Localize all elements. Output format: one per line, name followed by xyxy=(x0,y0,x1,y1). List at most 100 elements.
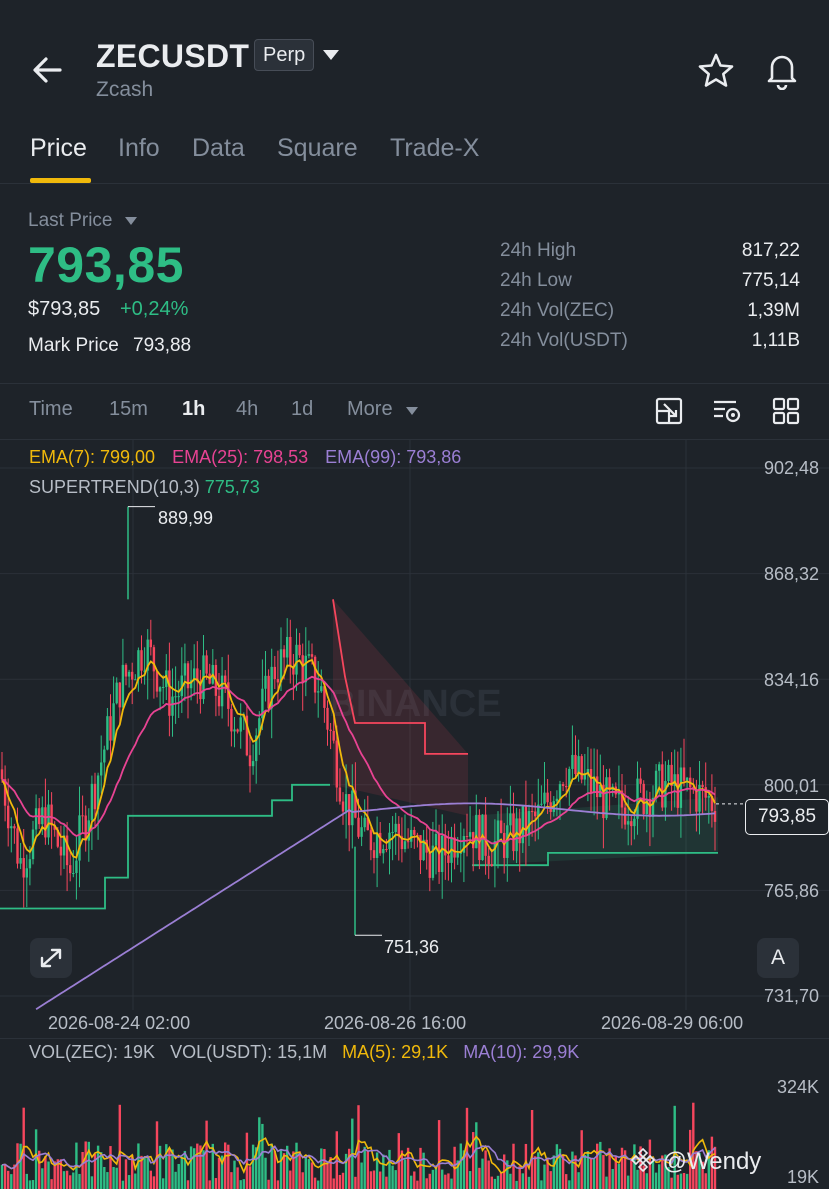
candle-body xyxy=(224,675,227,683)
volume-bar xyxy=(602,1155,605,1189)
chart-settings-icon[interactable] xyxy=(654,396,684,426)
perp-badge: Perp xyxy=(254,39,315,71)
candle-body xyxy=(177,696,180,698)
candle-body xyxy=(543,792,546,804)
candle-body xyxy=(168,670,171,716)
candle-body xyxy=(47,804,50,838)
volume-bar xyxy=(304,1157,307,1189)
volume-bar xyxy=(670,1177,673,1189)
candle-body xyxy=(220,675,224,707)
volume-bar xyxy=(186,1180,190,1189)
volume-bar xyxy=(530,1110,534,1189)
stat-24h-vol-zec-label: 24h Vol(ZEC) xyxy=(500,300,615,321)
auto-scale-button[interactable]: A xyxy=(757,938,799,978)
volume-bar xyxy=(419,1147,422,1189)
volume-bar xyxy=(193,1148,196,1189)
candle-body xyxy=(171,696,174,716)
layout-grid-icon[interactable] xyxy=(771,396,801,426)
supertrend-label: SUPERTREND(10,3) xyxy=(29,477,200,497)
candle-body xyxy=(248,755,252,767)
volume-bar xyxy=(444,1174,447,1189)
indicator-settings-icon[interactable] xyxy=(712,396,742,426)
bell-alert-icon[interactable] xyxy=(763,50,801,90)
candle-body xyxy=(298,644,301,656)
volume-bar xyxy=(354,1176,357,1189)
candle-body xyxy=(509,813,512,826)
volume-bar xyxy=(134,1173,137,1189)
volume-bar xyxy=(217,1157,221,1189)
candle-body xyxy=(484,814,487,856)
chevron-down-icon[interactable] xyxy=(124,216,138,226)
candle-body xyxy=(59,846,63,856)
tab-trade-x[interactable]: Trade-X xyxy=(390,134,479,163)
symbol-title[interactable]: ZECUSDT xyxy=(96,38,249,75)
ma5-legend: MA(5): 29,1K xyxy=(342,1042,449,1062)
timeframe-1h[interactable]: 1h xyxy=(182,398,205,421)
volume-bar xyxy=(233,1160,236,1189)
volume-bar xyxy=(403,1159,407,1189)
volume-bar xyxy=(555,1144,559,1189)
volume-bar xyxy=(65,1170,69,1189)
candle-body xyxy=(555,798,559,802)
candle-body xyxy=(487,855,490,865)
last-price-label[interactable]: Last Price xyxy=(28,210,112,232)
candle-body xyxy=(682,767,686,781)
author-watermark: @Wendy xyxy=(630,1147,761,1176)
volume-bar xyxy=(425,1178,428,1189)
volume-bar xyxy=(543,1164,546,1189)
volume-bar xyxy=(7,1170,10,1189)
volume-bar xyxy=(552,1155,555,1189)
volume-bar xyxy=(478,1167,481,1189)
candle-body xyxy=(230,708,233,732)
candle-body xyxy=(332,730,335,741)
timeframe-more[interactable]: More xyxy=(347,398,393,421)
timeframe-1d[interactable]: 1d xyxy=(291,398,313,421)
chart-high-label: 889,99 xyxy=(158,508,214,528)
supertrend-legend: SUPERTREND(10,3) 775,73 xyxy=(29,477,260,498)
candle-body xyxy=(0,769,4,780)
volume-bar xyxy=(158,1145,162,1189)
volume-bar xyxy=(44,1156,47,1189)
volume-bar xyxy=(320,1148,323,1189)
volume-bar xyxy=(481,1158,484,1189)
candle-body xyxy=(16,828,19,864)
candle-body xyxy=(276,679,280,683)
back-arrow-icon[interactable] xyxy=(30,52,66,88)
volume-bar xyxy=(627,1175,630,1189)
volume-bar xyxy=(72,1172,75,1189)
timeframe-time[interactable]: Time xyxy=(29,398,73,421)
tab-price[interactable]: Price xyxy=(30,134,87,163)
timeframe-15m[interactable]: 15m xyxy=(109,398,148,421)
timeframe-4h[interactable]: 4h xyxy=(236,398,258,421)
fullscreen-button[interactable] xyxy=(30,938,72,978)
vol-zec-legend: VOL(ZEC): 19K xyxy=(29,1042,156,1062)
candle-body xyxy=(301,655,304,683)
volume-bar xyxy=(366,1150,369,1189)
candle-body xyxy=(441,835,444,873)
volume-bar xyxy=(323,1148,326,1189)
ema7-legend: EMA(7): 799,00 xyxy=(29,447,156,467)
volume-bar xyxy=(341,1172,345,1189)
volume-bar xyxy=(149,1170,152,1189)
candle-body xyxy=(403,841,407,850)
candle-body xyxy=(574,754,577,775)
tab-data[interactable]: Data xyxy=(192,134,245,163)
candle-body xyxy=(307,654,311,656)
candle-body xyxy=(410,829,413,842)
chevron-down-icon[interactable] xyxy=(322,48,340,62)
candle-body xyxy=(475,814,478,849)
candle-body xyxy=(124,664,128,677)
volume-y-label: 19K xyxy=(786,1167,819,1187)
candle-body xyxy=(326,707,329,730)
volume-bar xyxy=(196,1143,199,1189)
volume-bar xyxy=(307,1159,311,1189)
y-axis-label: 834,16 xyxy=(763,670,819,690)
tab-info[interactable]: Info xyxy=(118,134,160,163)
favorite-star-icon[interactable] xyxy=(697,52,735,90)
volume-bar xyxy=(592,1159,596,1189)
chevron-down-icon[interactable] xyxy=(405,406,419,416)
tab-square[interactable]: Square xyxy=(277,134,358,163)
candle-body xyxy=(44,807,47,838)
candle-body xyxy=(406,841,410,843)
candle-body xyxy=(34,808,38,830)
